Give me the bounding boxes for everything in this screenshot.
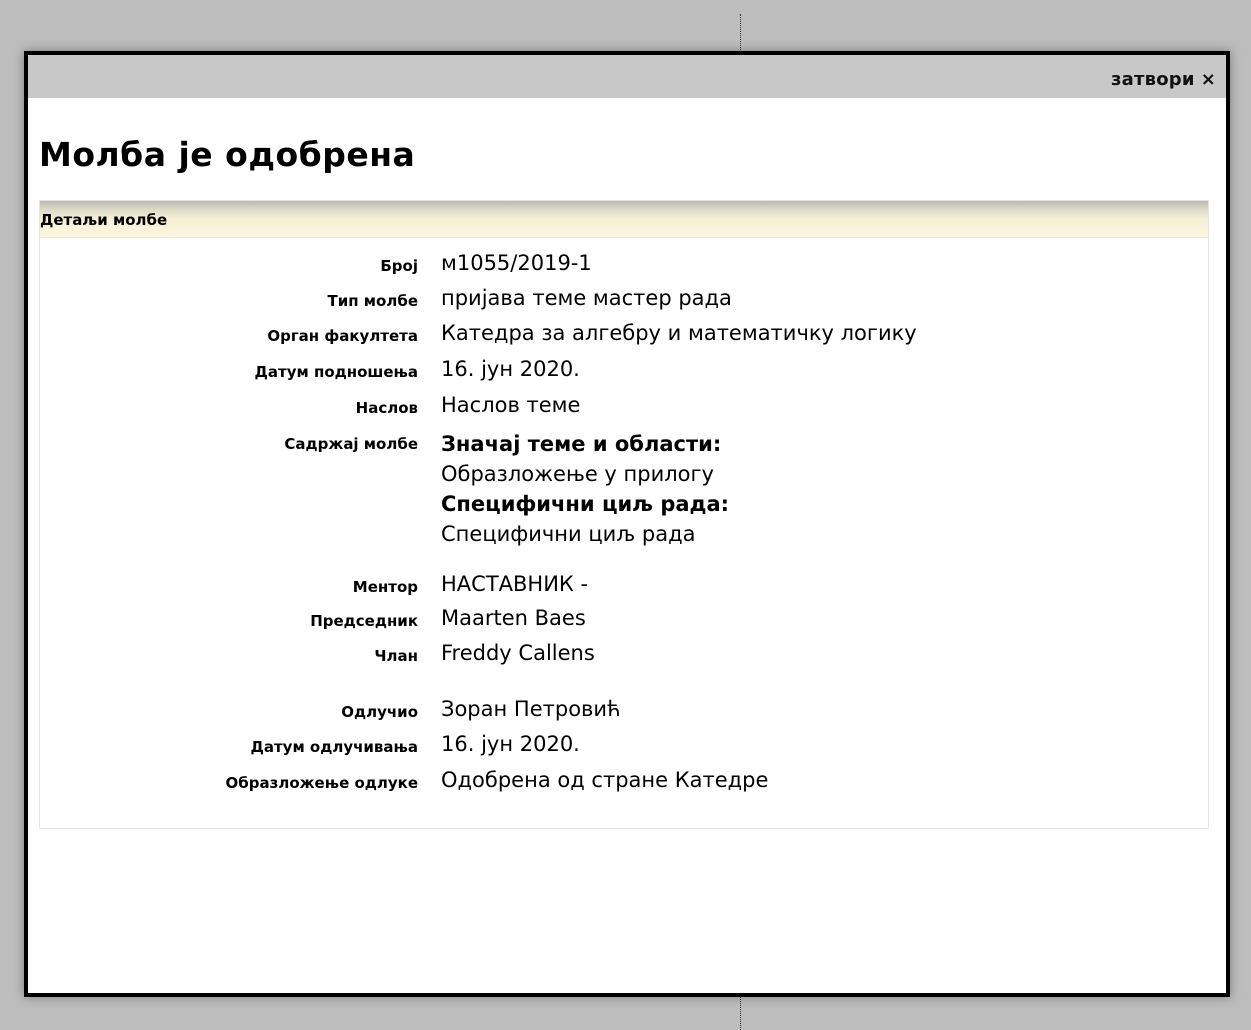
- field-mentor: Ментор НАСТАВНИК -: [40, 572, 1208, 602]
- content-text: Специфични циљ рада: [441, 522, 696, 546]
- field-label: Број: [380, 257, 418, 275]
- top-divider: [740, 14, 741, 52]
- request-details-panel: Детаљи молбе Број м1055/2019-1 Тип молбе…: [39, 200, 1209, 829]
- field-label: Председник: [310, 612, 418, 630]
- field-label: Садржај молбе: [284, 435, 418, 453]
- field-label: Члан: [374, 647, 418, 665]
- page-title: Молба је одобрена: [39, 135, 416, 174]
- field-value: Maarten Baes: [441, 606, 586, 630]
- field-submission-date: Датум подношења 16. јун 2020.: [40, 357, 1208, 387]
- field-value: м1055/2019-1: [441, 251, 592, 275]
- field-decided-by: Одлучио Зоран Петровић: [40, 697, 1208, 727]
- field-decision-rationale: Образложење одлуке Одобрена од стране Ка…: [40, 768, 1208, 798]
- field-label: Наслов: [355, 399, 418, 417]
- close-label[interactable]: затвори: [1111, 69, 1195, 90]
- field-value: НАСТАВНИК -: [441, 572, 589, 596]
- field-value: Одобрена од стране Катедре: [441, 768, 769, 792]
- content-text: Образложење у прилогу: [441, 462, 714, 486]
- close-button[interactable]: затвори ×: [1111, 69, 1216, 90]
- field-faculty-body: Орган факултета Катедра за алгебру и мат…: [40, 321, 1208, 351]
- field-value: Значај теме и области: Образложење у при…: [441, 429, 729, 549]
- field-label: Орган факултета: [267, 327, 418, 345]
- field-request-content: Садржај молбе Значај теме и области: Обр…: [40, 429, 1208, 549]
- field-request-type: Тип молбе пријава теме мастер рада: [40, 286, 1208, 316]
- field-title: Наслов Наслов теме: [40, 393, 1208, 423]
- field-label: Образложење одлуке: [225, 774, 418, 792]
- field-value: 16. јун 2020.: [441, 357, 580, 381]
- dialog-titlebar: затвори ×: [28, 55, 1226, 98]
- field-value: 16. јун 2020.: [441, 732, 580, 756]
- field-value: Freddy Callens: [441, 641, 595, 665]
- field-label: Датум подношења: [254, 363, 418, 381]
- bottom-divider: [740, 996, 741, 1030]
- field-decision-date: Датум одлучивања 16. јун 2020.: [40, 732, 1208, 762]
- panel-header: Детаљи молбе: [40, 201, 1208, 238]
- content-heading: Специфични циљ рада:: [441, 492, 730, 516]
- field-value: Наслов теме: [441, 393, 581, 417]
- field-label: Ментор: [352, 578, 418, 596]
- field-member: Члан Freddy Callens: [40, 641, 1208, 671]
- field-value: пријава теме мастер рада: [441, 286, 732, 310]
- field-number: Број м1055/2019-1: [40, 251, 1208, 281]
- field-value: Зоран Петровић: [441, 697, 621, 721]
- content-heading: Значај теме и области:: [441, 432, 722, 456]
- request-dialog: затвори × Молба је одобрена Детаљи молбе …: [24, 51, 1230, 997]
- field-label: Датум одлучивања: [250, 738, 418, 756]
- close-icon[interactable]: ×: [1201, 69, 1216, 90]
- panel-header-label: Детаљи молбе: [40, 211, 168, 229]
- field-label: Тип молбе: [327, 292, 418, 310]
- field-label: Одлучио: [341, 703, 418, 721]
- field-chair: Председник Maarten Baes: [40, 606, 1208, 636]
- field-value: Катедра за алгебру и математичку логику: [441, 321, 917, 345]
